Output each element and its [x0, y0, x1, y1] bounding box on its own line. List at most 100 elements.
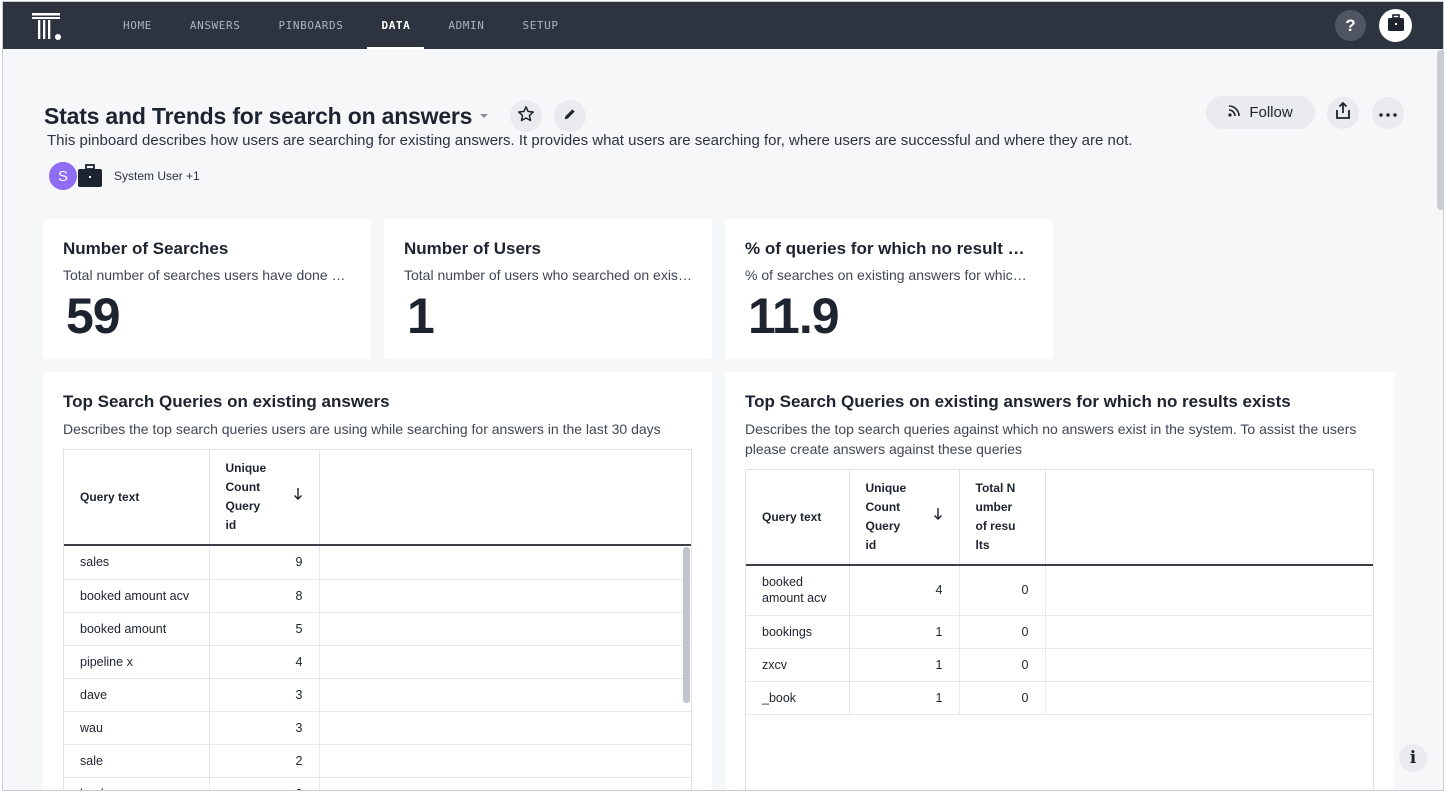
- help-button[interactable]: ?: [1335, 10, 1366, 41]
- follow-button[interactable]: Follow: [1206, 96, 1315, 129]
- table-row[interactable]: booked amount acv 8: [64, 579, 691, 613]
- owner-avatar[interactable]: S: [47, 160, 79, 192]
- share-button[interactable]: [1327, 97, 1359, 129]
- table-row[interactable]: bookings 1 0: [746, 615, 1373, 649]
- column-header-unique-count[interactable]: Unique Count Query id: [209, 450, 320, 546]
- table-row[interactable]: pipeline x4: [64, 645, 691, 679]
- table-row[interactable]: _book 1 0: [746, 681, 1373, 715]
- table-row[interactable]: booked amount 5: [64, 612, 691, 646]
- cell-results: 0: [959, 681, 1046, 715]
- main-nav: HOME ANSWERS PINBOARDS DATA ADMIN SETUP: [109, 2, 583, 49]
- more-options-button[interactable]: [1372, 97, 1404, 129]
- table-row[interactable]: book2: [64, 777, 691, 790]
- cell-empty: [1045, 615, 1373, 649]
- table-card-title: Top Search Queries on existing answers f…: [745, 392, 1291, 411]
- table-card-title: Top Search Queries on existing answers: [63, 392, 390, 411]
- cell-count: 1: [849, 681, 960, 715]
- cell-empty: [319, 645, 691, 679]
- nav-data[interactable]: DATA: [367, 2, 425, 49]
- cell-query: booked amount acv: [64, 579, 210, 613]
- cell-query: bookings: [746, 615, 850, 649]
- nav-pinboards[interactable]: PINBOARDS: [264, 2, 357, 49]
- edit-button[interactable]: [554, 100, 587, 132]
- cell-count: 5: [209, 612, 320, 646]
- owner-label[interactable]: System User +1: [114, 169, 200, 183]
- cell-results: 0: [959, 565, 1046, 616]
- cell-count: 1: [849, 648, 960, 682]
- column-header-query-text[interactable]: Query text: [64, 450, 210, 546]
- column-header-unique-count[interactable]: Unique Count Query id: [849, 470, 960, 566]
- data-table: Query text Unique Count Query id sales 9…: [64, 450, 691, 790]
- favorite-button[interactable]: [510, 100, 543, 132]
- cell-query: book: [64, 777, 210, 790]
- table-scrollbar[interactable]: [683, 547, 690, 703]
- app-window: HOME ANSWERS PINBOARDS DATA ADMIN SETUP …: [2, 1, 1444, 791]
- kpi-card-no-result[interactable]: % of queries for which no result exists …: [725, 219, 1053, 359]
- pencil-icon: [563, 107, 577, 126]
- cell-query: booked amount: [64, 612, 210, 646]
- nav-setup[interactable]: SETUP: [508, 2, 572, 49]
- sort-descending-icon[interactable]: [293, 487, 303, 507]
- table-row[interactable]: sale 2: [64, 744, 691, 778]
- thoughtspot-logo-icon[interactable]: [32, 11, 62, 41]
- kpi-title: Number of Searches: [63, 239, 229, 258]
- nav-admin[interactable]: ADMIN: [434, 2, 498, 49]
- kpi-value: 1: [407, 288, 435, 344]
- info-button[interactable]: i: [1399, 744, 1427, 772]
- cell-count: 3: [209, 678, 320, 712]
- cell-empty: [1045, 648, 1373, 682]
- star-icon: [517, 105, 535, 128]
- table-row[interactable]: sales 9: [64, 545, 691, 580]
- owner-briefcase-icon[interactable]: [76, 162, 104, 190]
- cell-empty: [319, 579, 691, 613]
- page-scrollbar[interactable]: [1437, 50, 1443, 210]
- cell-count: 1: [849, 615, 960, 649]
- table-card-description: Describes the top search queries users a…: [63, 421, 661, 437]
- cell-query: zxcv: [746, 648, 850, 682]
- briefcase-icon: [1386, 13, 1406, 38]
- cell-count: 3: [209, 711, 320, 745]
- cell-empty: [319, 545, 691, 580]
- title-dropdown-caret-icon[interactable]: [480, 114, 489, 118]
- table-row[interactable]: booked amount acv 4 0: [746, 565, 1373, 616]
- column-header-query-text[interactable]: Query text: [746, 470, 850, 566]
- kpi-title: Number of Users: [404, 239, 541, 258]
- sort-descending-icon[interactable]: [933, 507, 943, 527]
- column-header-empty: [1045, 470, 1373, 566]
- table-card-top-queries: Top Search Queries on existing answers D…: [43, 372, 712, 790]
- nav-home[interactable]: HOME: [109, 2, 166, 49]
- nav-answers[interactable]: ANSWERS: [176, 2, 255, 49]
- cell-count: 4: [849, 565, 960, 616]
- column-header-total-results[interactable]: Total Number of results: [959, 470, 1046, 566]
- cell-empty: [319, 711, 691, 745]
- cell-query: wau: [64, 711, 210, 745]
- table-card-description: Describes the top search queries against…: [745, 421, 1357, 457]
- cell-empty: [1045, 681, 1373, 715]
- user-avatar[interactable]: [1379, 9, 1412, 42]
- kpi-card-searches[interactable]: Number of Searches Total number of searc…: [43, 219, 371, 359]
- kpi-value: 59: [66, 288, 121, 344]
- table-row[interactable]: dave 3: [64, 678, 691, 712]
- cell-query: dave: [64, 678, 210, 712]
- cell-count: 9: [209, 545, 320, 580]
- table-header-row: Query text Unique Count Query id: [64, 450, 691, 546]
- top-navigation-bar: HOME ANSWERS PINBOARDS DATA ADMIN SETUP …: [3, 2, 1443, 49]
- cell-empty: [1045, 565, 1373, 616]
- table-row[interactable]: wau 3: [64, 711, 691, 745]
- table-container: Query text Unique Count Query id sales 9…: [63, 449, 692, 790]
- cell-empty: [319, 678, 691, 712]
- kpi-subtitle: % of searches on existing answers for wh…: [745, 267, 1033, 283]
- table-container: Query text Unique Count Query id Total N…: [745, 469, 1374, 790]
- owners-row: S System User +1: [47, 160, 200, 192]
- table-row[interactable]: zxcv 1 0: [746, 648, 1373, 682]
- column-header-label: Unique Count Query id: [865, 481, 907, 552]
- kpi-value: 11.9: [748, 288, 840, 344]
- column-header-empty: [319, 450, 691, 546]
- table-header-row: Query text Unique Count Query id Total N…: [746, 470, 1373, 566]
- more-horizontal-icon: [1379, 104, 1397, 122]
- cell-count: 4: [209, 645, 320, 679]
- share-icon: [1335, 101, 1351, 125]
- kpi-card-users[interactable]: Number of Users Total number of users wh…: [384, 219, 712, 359]
- cell-empty: [319, 777, 691, 790]
- cell-empty: [319, 612, 691, 646]
